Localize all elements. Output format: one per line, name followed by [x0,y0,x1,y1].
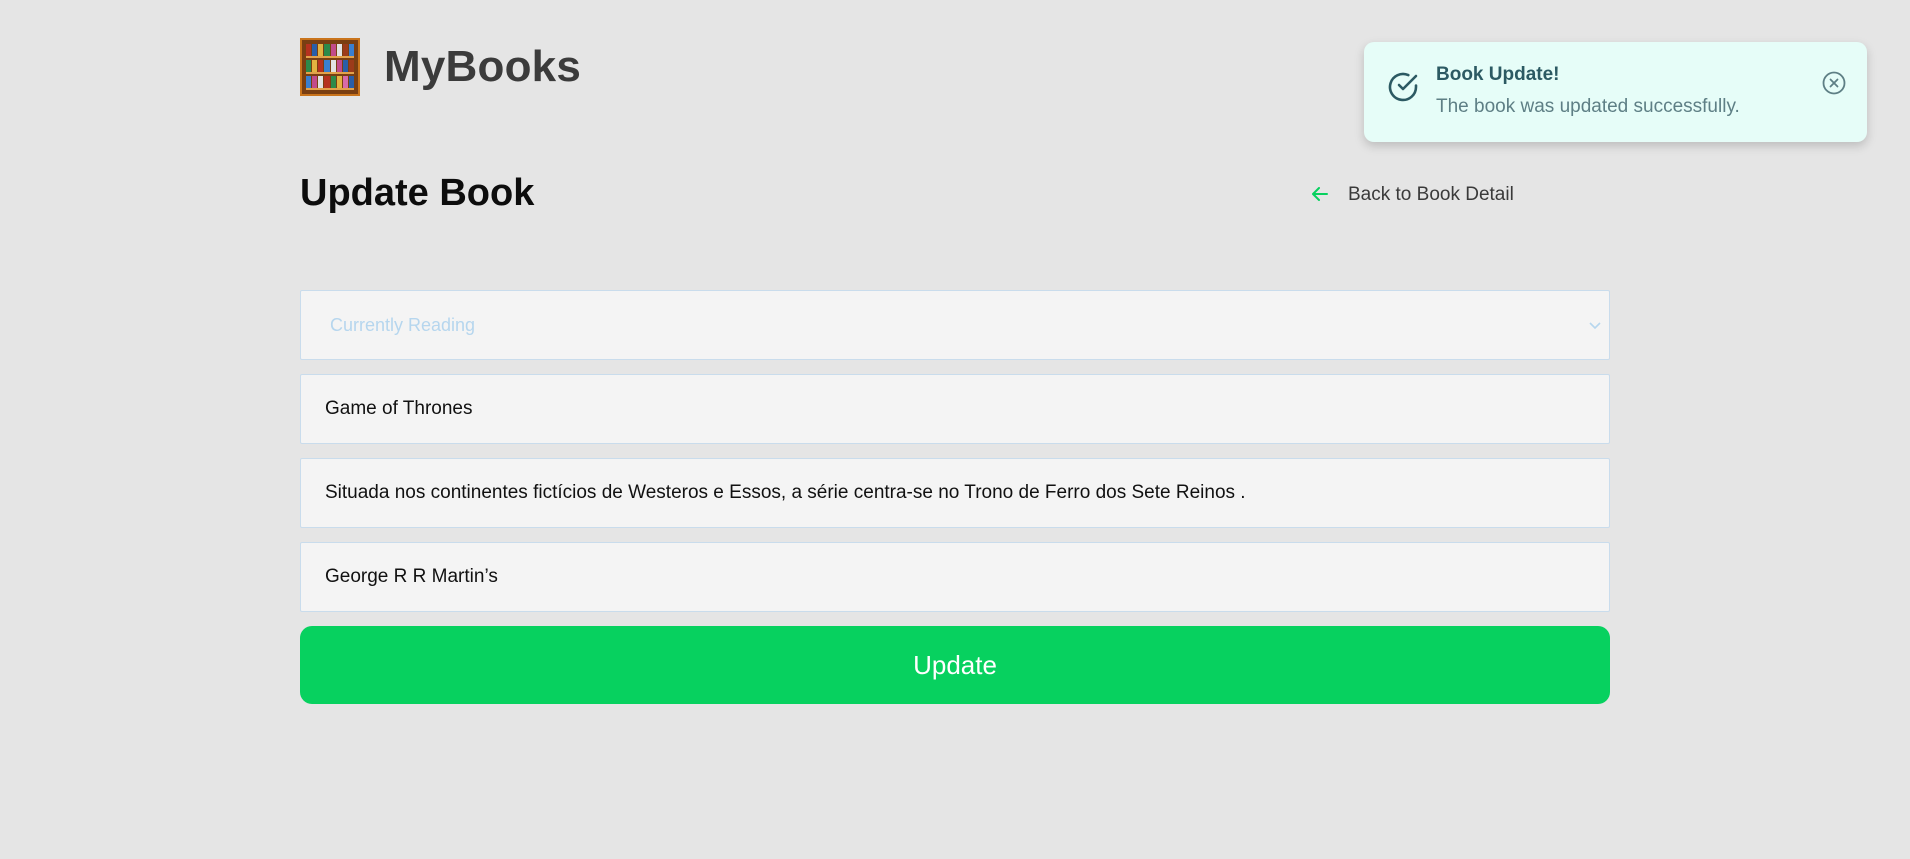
description-field[interactable]: Situada nos continentes fictícios de Wes… [300,458,1610,528]
title-field-value: Game of Thrones [325,398,473,419]
chevron-down-icon [1589,317,1601,333]
brand-name: MyBooks [384,42,581,91]
brand[interactable]: MyBooks [300,38,581,96]
description-field-value: Situada nos continentes fictícios de Wes… [325,482,1246,503]
arrow-left-icon [1312,186,1328,204]
bookshelf-logo [300,38,360,96]
toast-title: Book Update! [1436,64,1560,85]
status-select-value: Currently Reading [330,314,476,335]
page-title: Update Book [300,172,535,214]
page: MyBooks Update Book Back to Book Detail … [0,0,1910,859]
back-to-book-detail-link[interactable]: Back to Book Detail [1312,184,1514,206]
toast-message: The book was updated successfully. [1436,96,1740,117]
title-field[interactable]: Game of Thrones [300,374,1610,444]
close-circle-icon[interactable] [1821,70,1847,96]
toast-content: Book Update! The book was updated succes… [1436,64,1821,118]
check-circle-icon [1386,70,1420,104]
author-field[interactable]: George R R Martin’s [300,542,1610,612]
update-button[interactable]: Update [300,626,1610,704]
status-select[interactable]: Currently Reading [300,290,1610,360]
success-toast: Book Update! The book was updated succes… [1364,42,1867,142]
update-book-form: Currently Reading Game of Thrones Situad… [300,290,1610,704]
author-field-value: George R R Martin’s [325,566,498,587]
back-link-label: Back to Book Detail [1348,184,1514,205]
